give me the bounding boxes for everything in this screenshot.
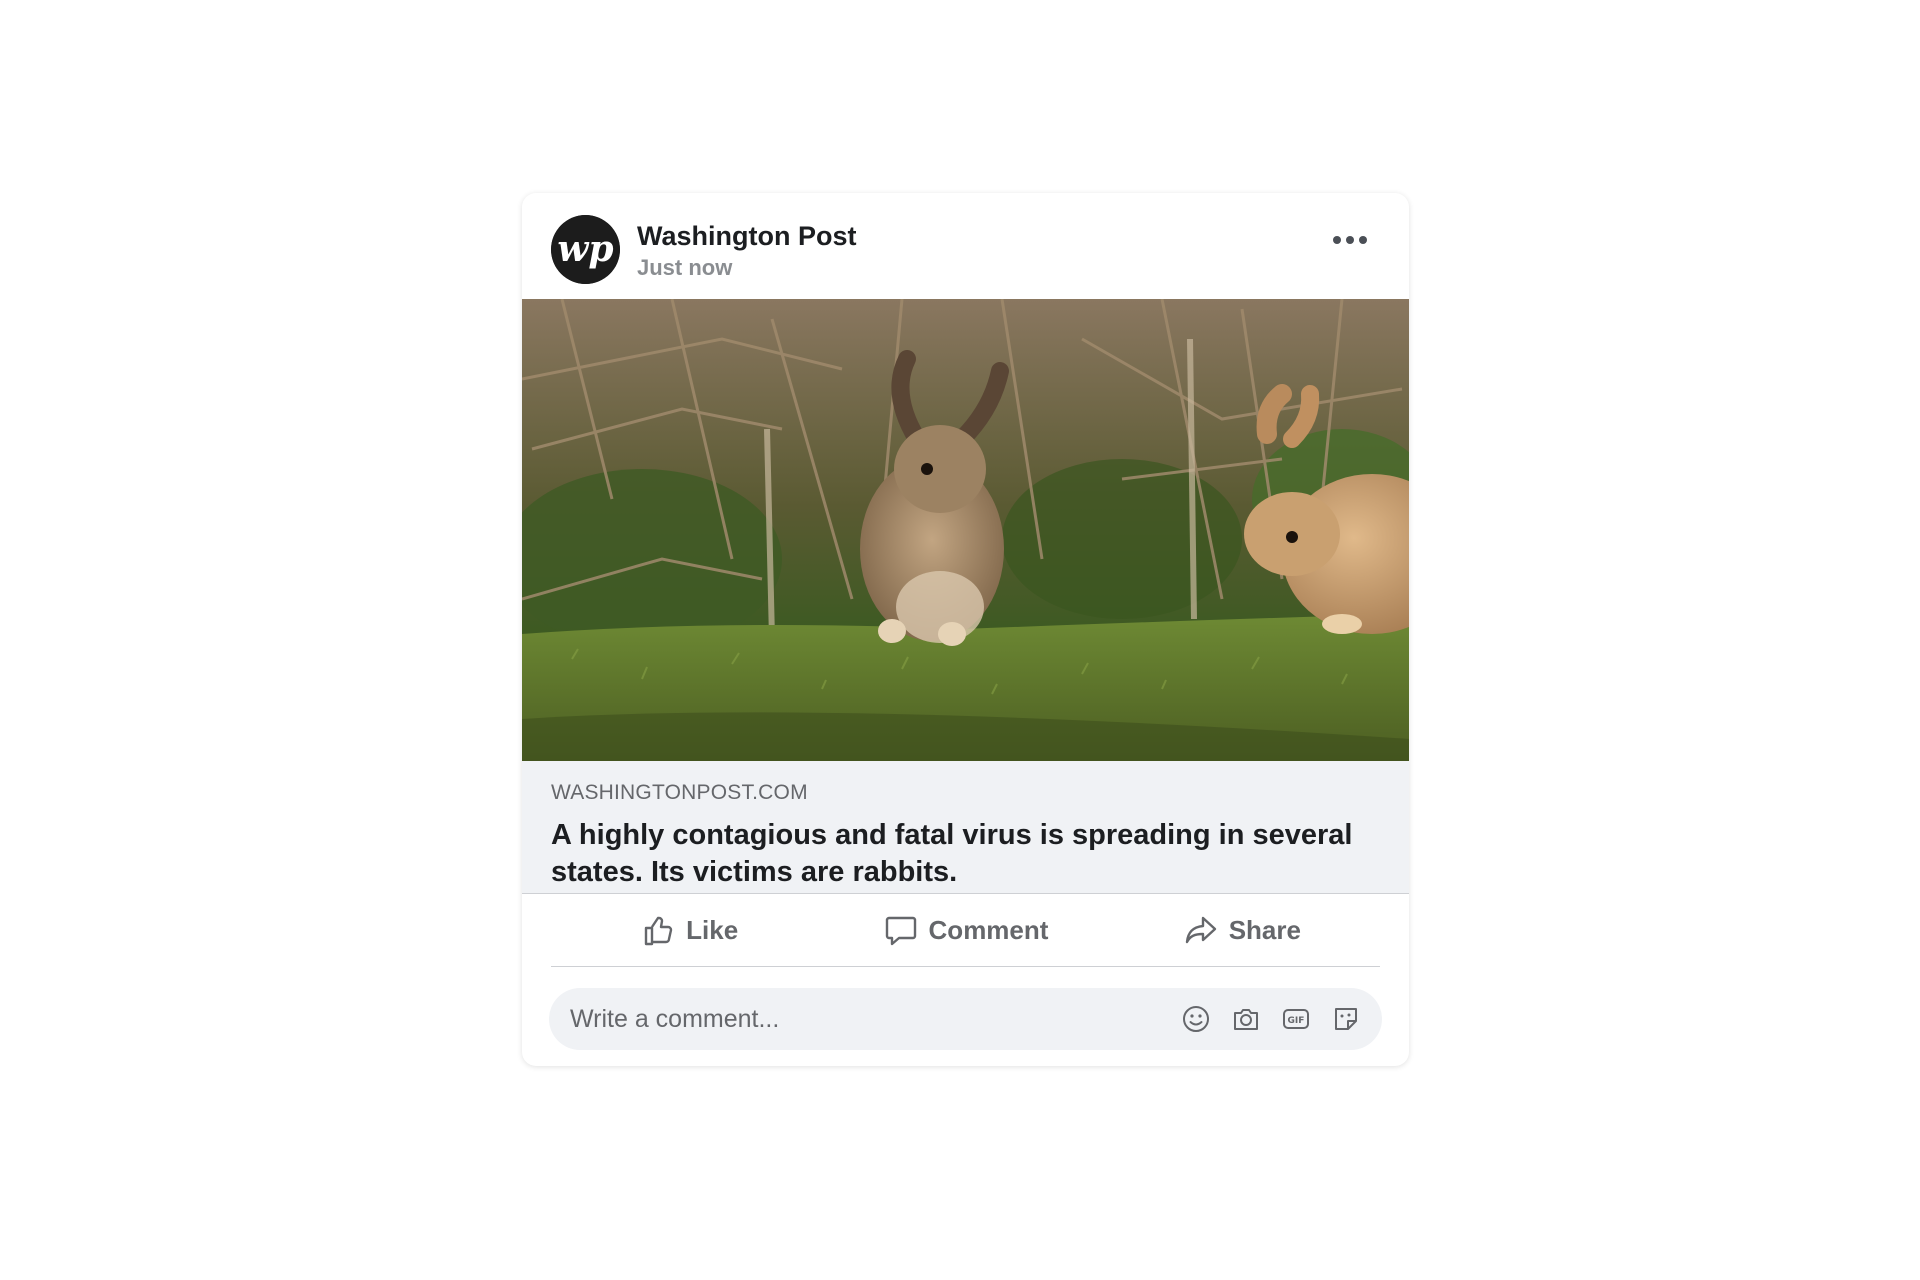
share-icon (1185, 916, 1216, 944)
wp-logo-icon: wp (551, 215, 620, 284)
comment-tools: GIF (1180, 1003, 1362, 1035)
share-button[interactable]: Share (1104, 894, 1380, 966)
sticker-icon[interactable] (1330, 1003, 1362, 1035)
action-bar: Like Comment Share (551, 894, 1380, 967)
post-photo[interactable] (522, 299, 1409, 761)
like-button[interactable]: Like (551, 894, 827, 966)
more-options-button[interactable] (1325, 225, 1375, 255)
link-preview[interactable]: WASHINGTONPOST.COM A highly contagious a… (522, 761, 1409, 894)
comment-composer: GIF (549, 988, 1382, 1050)
gif-icon[interactable]: GIF (1280, 1003, 1312, 1035)
svg-text:wp: wp (557, 228, 613, 270)
more-horizontal-icon (1333, 236, 1341, 244)
post-timestamp[interactable]: Just now (637, 255, 732, 281)
comment-icon (885, 916, 916, 946)
link-domain: WASHINGTONPOST.COM (551, 781, 808, 804)
share-label: Share (1228, 914, 1301, 945)
svg-text:GIF: GIF (1288, 1016, 1305, 1026)
comment-label: Comment (928, 914, 1049, 945)
thumbs-up-icon (644, 916, 673, 946)
like-label: Like (686, 914, 739, 945)
camera-icon[interactable] (1230, 1003, 1262, 1035)
post-header: wp Washington Post Just now (522, 193, 1409, 299)
rabbits-photo (522, 299, 1409, 761)
comment-input[interactable] (549, 988, 1149, 1050)
post-card: wp Washington Post Just now WASHINGTONPO… (522, 193, 1409, 1066)
emoji-icon[interactable] (1180, 1003, 1212, 1035)
avatar[interactable]: wp (551, 215, 620, 284)
page-name[interactable]: Washington Post (637, 221, 856, 252)
link-title: A highly contagious and fatal virus is s… (551, 819, 1353, 888)
comment-button[interactable]: Comment (827, 894, 1103, 966)
